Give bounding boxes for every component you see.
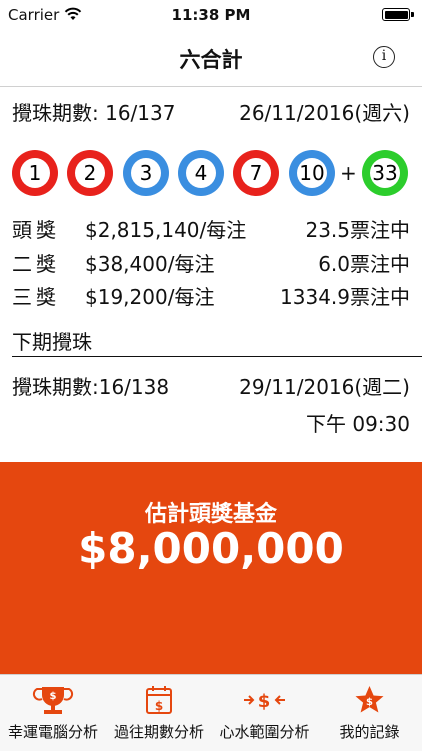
prize-odds: 1334.9票注中 bbox=[280, 285, 410, 309]
page-title: 六合計 bbox=[179, 48, 243, 72]
ball-number: 33 bbox=[370, 158, 400, 188]
info-icon[interactable]: i bbox=[373, 46, 395, 68]
tab-label: 心水範圍分析 bbox=[219, 723, 310, 741]
svg-text:$: $ bbox=[155, 699, 163, 713]
special-ball: 33 bbox=[362, 150, 408, 196]
next-draw-time: 下午 09:30 bbox=[306, 412, 410, 436]
prize-odds: 23.5票注中 bbox=[305, 218, 410, 242]
ball-number: 4 bbox=[186, 158, 216, 188]
next-draw-date: 29/11/2016(週二) bbox=[239, 375, 410, 399]
tab-past-draws-analysis[interactable]: $ 過往期數分析 bbox=[106, 675, 212, 751]
prize-name: 三獎 bbox=[12, 285, 60, 309]
trophy-dollar-icon: $ bbox=[32, 687, 74, 714]
ball: 10 bbox=[289, 150, 335, 196]
prize-amount: $19,200/每注 bbox=[85, 285, 215, 309]
prize-amount: $2,815,140/每注 bbox=[85, 218, 247, 242]
draw-number: 攪珠期數: 16/137 bbox=[12, 101, 176, 125]
prize-amount: $38,400/每注 bbox=[85, 252, 215, 276]
tab-bar: $ 幸運電腦分析 $ 過往期數分析 $ 心水範圍分析 $ 我的記錄 bbox=[0, 674, 422, 751]
ball: 4 bbox=[178, 150, 224, 196]
ball: 7 bbox=[233, 150, 279, 196]
tab-my-records[interactable]: $ 我的記錄 bbox=[317, 675, 422, 751]
plus-sign: + bbox=[340, 161, 357, 185]
calendar-dollar-icon: $ bbox=[146, 686, 172, 714]
jackpot-amount: $8,000,000 bbox=[78, 524, 344, 573]
prize-odds: 6.0票注中 bbox=[318, 252, 410, 276]
status-time: 11:38 PM bbox=[171, 6, 251, 24]
tab-label: 我的記錄 bbox=[339, 723, 400, 741]
divider bbox=[12, 356, 422, 357]
ball-number: 3 bbox=[131, 158, 161, 188]
ball-number: 1 bbox=[20, 158, 50, 188]
next-draw-number: 攪珠期數:16/138 bbox=[12, 375, 170, 399]
prize-name: 頭獎 bbox=[12, 218, 60, 242]
ball: 1 bbox=[12, 150, 58, 196]
tab-label: 幸運電腦分析 bbox=[7, 723, 98, 741]
svg-text:$: $ bbox=[258, 691, 271, 712]
next-draw-title: 下期攪珠 bbox=[12, 330, 92, 354]
nav-bar: 六合計 i bbox=[0, 30, 422, 87]
ball-number: 10 bbox=[297, 158, 327, 188]
svg-text:$: $ bbox=[50, 691, 57, 702]
tab-lucky-analysis[interactable]: $ 幸運電腦分析 bbox=[0, 675, 106, 751]
ball: 3 bbox=[123, 150, 169, 196]
ball-number: 2 bbox=[75, 158, 105, 188]
drawn-balls: 1 2 3 4 7 10 + 33 bbox=[0, 150, 422, 196]
tab-range-analysis[interactable]: $ 心水範圍分析 bbox=[212, 675, 317, 751]
jackpot-banner: 估計頭獎基金 $8,000,000 bbox=[0, 462, 422, 674]
star-dollar-icon: $ bbox=[355, 686, 384, 713]
prize-name: 二獎 bbox=[12, 252, 60, 276]
battery-icon bbox=[382, 8, 414, 21]
svg-text:$: $ bbox=[366, 697, 373, 708]
draw-date: 26/11/2016(週六) bbox=[239, 101, 410, 125]
ball-number: 7 bbox=[241, 158, 271, 188]
ball: 2 bbox=[67, 150, 113, 196]
tab-label: 過往期數分析 bbox=[113, 723, 204, 741]
status-bar: Carrier 11:38 PM bbox=[0, 0, 422, 30]
dollar-range-icon: $ bbox=[244, 691, 285, 712]
